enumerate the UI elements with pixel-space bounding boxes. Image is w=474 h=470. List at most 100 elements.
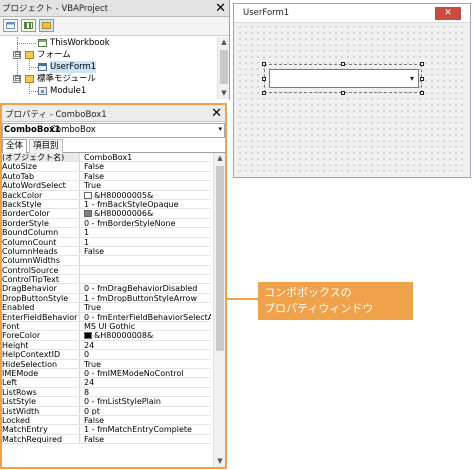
property-row[interactable]: HideSelection True: [2, 359, 211, 369]
property-row[interactable]: ControlTipText: [2, 275, 211, 285]
property-row[interactable]: ColumnCount 1: [2, 237, 211, 247]
tree-item-module1[interactable]: Module1: [0, 85, 218, 97]
property-row[interactable]: (オブジェクト名) ComboBox1: [2, 153, 211, 163]
property-value[interactable]: False: [84, 247, 211, 255]
property-row[interactable]: BackStyle 1 - fmBackStyleOpaque: [2, 199, 211, 210]
property-grid: (オブジェクト名) ComboBox1 AutoSize False AutoTab Fa…: [2, 153, 211, 445]
property-row[interactable]: Font MS UI Gothic: [2, 322, 211, 332]
property-value[interactable]: 1 - fmMatchEntryComplete: [84, 425, 211, 433]
property-value[interactable]: False: [84, 416, 211, 424]
property-row[interactable]: ColumnHeads False: [2, 246, 211, 257]
property-value[interactable]: 1: [84, 228, 211, 236]
property-row[interactable]: DropButtonStyle 1 - fmDropButtonStyleArro…: [2, 293, 211, 304]
property-row[interactable]: EnterFieldBehavior 0 - fmEnterFieldBehavi…: [2, 312, 211, 323]
property-row[interactable]: IMEMode 0 - fmIMEModeNoControl: [2, 368, 211, 379]
property-name: (オブジェクト名): [2, 153, 80, 162]
userform-canvas[interactable]: ▾: [237, 24, 467, 174]
property-row[interactable]: BackColor &H80000005&: [2, 190, 211, 200]
property-value[interactable]: &H80000006&: [84, 209, 211, 218]
property-value[interactable]: 0 - fmIMEModeNoControl: [84, 369, 211, 377]
property-value[interactable]: &H80000005&: [84, 191, 211, 199]
annotation-callout: コンボボックスの プロパティウィンドウ: [258, 282, 413, 320]
property-value[interactable]: False: [84, 435, 211, 443]
scroll-down-icon[interactable]: ▼: [218, 88, 230, 99]
scroll-thumb[interactable]: [220, 50, 228, 84]
collapse-icon[interactable]: ⊟: [13, 75, 21, 83]
properties-scrollbar[interactable]: ▲ ▼: [213, 153, 225, 467]
view-object-button[interactable]: [21, 19, 36, 32]
property-row[interactable]: ListStyle 0 - fmListStylePlain: [2, 397, 211, 407]
property-value[interactable]: 0 - fmEnterFieldBehaviorSelectAll: [84, 313, 211, 321]
property-value[interactable]: 1 - fmBackStyleOpaque: [84, 200, 211, 208]
property-value[interactable]: 8: [84, 388, 211, 396]
property-value[interactable]: 0 - fmListStylePlain: [84, 397, 211, 405]
resize-handle-s[interactable]: [341, 91, 345, 95]
scroll-down-icon[interactable]: ▼: [214, 456, 226, 467]
chevron-down-icon[interactable]: ▾: [218, 125, 222, 133]
property-value[interactable]: True: [84, 181, 211, 189]
property-value[interactable]: False: [84, 172, 211, 180]
property-row[interactable]: AutoTab False: [2, 171, 211, 182]
tab-categorized[interactable]: 項目別: [29, 139, 63, 153]
property-row[interactable]: Locked False: [2, 415, 211, 426]
property-value[interactable]: &H80000008&: [84, 331, 211, 340]
tree-item-userform1[interactable]: UserForm1: [0, 61, 218, 73]
property-row[interactable]: AutoWordSelect True: [2, 181, 211, 191]
collapse-icon[interactable]: ⊟: [13, 51, 21, 59]
property-value[interactable]: 24: [84, 378, 211, 386]
property-row[interactable]: ControlSource: [2, 265, 211, 276]
project-scrollbar[interactable]: ▲ ▼: [217, 37, 229, 99]
resize-handle-ne[interactable]: [420, 62, 424, 66]
property-row[interactable]: BorderColor &H80000006&: [2, 209, 211, 219]
property-row[interactable]: Height 24: [2, 340, 211, 351]
property-row[interactable]: ColumnWidths: [2, 256, 211, 266]
property-value[interactable]: ComboBox1: [84, 153, 211, 161]
project-close-icon[interactable]: ✕: [215, 0, 226, 17]
property-value[interactable]: False: [84, 162, 211, 170]
resize-handle-se[interactable]: [420, 91, 424, 95]
property-value[interactable]: 0 - fmDragBehaviorDisabled: [84, 284, 211, 292]
property-value[interactable]: True: [84, 303, 211, 311]
tree-item-forms-folder[interactable]: ⊟ フォーム: [0, 49, 218, 61]
property-value[interactable]: True: [84, 360, 211, 368]
scroll-thumb[interactable]: [216, 166, 224, 351]
property-row[interactable]: HelpContextID 0: [2, 350, 211, 360]
userform-close-icon[interactable]: ✕: [435, 7, 461, 20]
property-value[interactable]: 0 pt: [84, 407, 211, 415]
property-value[interactable]: 1: [84, 238, 211, 246]
resize-handle-e[interactable]: [420, 77, 424, 81]
properties-close-icon[interactable]: ✕: [211, 105, 222, 122]
property-row[interactable]: ForeColor &H80000008&: [2, 331, 211, 341]
property-value[interactable]: 24: [84, 341, 211, 349]
property-row[interactable]: BorderStyle 0 - fmBorderStyleNone: [2, 218, 211, 229]
object-selector[interactable]: ComboBox1 ComboBox ▾: [2, 123, 225, 138]
property-value[interactable]: MS UI Gothic: [84, 322, 211, 330]
property-row[interactable]: MatchEntry 1 - fmMatchEntryComplete: [2, 425, 211, 435]
scroll-up-icon[interactable]: ▲: [218, 37, 230, 48]
resize-handle-nw[interactable]: [262, 62, 266, 66]
property-name: BoundColumn: [2, 228, 80, 237]
combobox-control[interactable]: ▾: [269, 69, 419, 88]
view-code-button[interactable]: [3, 19, 18, 32]
resize-handle-sw[interactable]: [262, 91, 266, 95]
resize-handle-w[interactable]: [262, 77, 266, 81]
property-row[interactable]: DragBehavior 0 - fmDragBehaviorDisabled: [2, 284, 211, 294]
property-row[interactable]: BoundColumn 1: [2, 228, 211, 238]
property-value[interactable]: 1 - fmDropButtonStyleArrow: [84, 294, 211, 302]
property-row[interactable]: Enabled True: [2, 303, 211, 313]
toggle-folders-button[interactable]: [39, 19, 54, 32]
tree-item-modules-folder[interactable]: ⊟ 標準モジュール: [0, 73, 218, 85]
property-name: IMEMode: [2, 368, 80, 378]
scroll-up-icon[interactable]: ▲: [214, 153, 226, 164]
tab-alphabetic[interactable]: 全体: [2, 139, 28, 153]
tree-item-thisworkbook[interactable]: ThisWorkbook: [0, 37, 218, 49]
resize-handle-n[interactable]: [341, 62, 345, 66]
property-value[interactable]: 0 - fmBorderStyleNone: [84, 219, 211, 227]
property-value[interactable]: 0: [84, 350, 211, 358]
property-row[interactable]: MatchRequired False: [2, 434, 211, 445]
property-row[interactable]: ListRows 8: [2, 387, 211, 398]
combobox-dropdown-icon[interactable]: ▾: [407, 71, 417, 86]
property-row[interactable]: AutoSize False: [2, 162, 211, 172]
property-row[interactable]: ListWidth 0 pt: [2, 406, 211, 416]
property-row[interactable]: Left 24: [2, 378, 211, 388]
